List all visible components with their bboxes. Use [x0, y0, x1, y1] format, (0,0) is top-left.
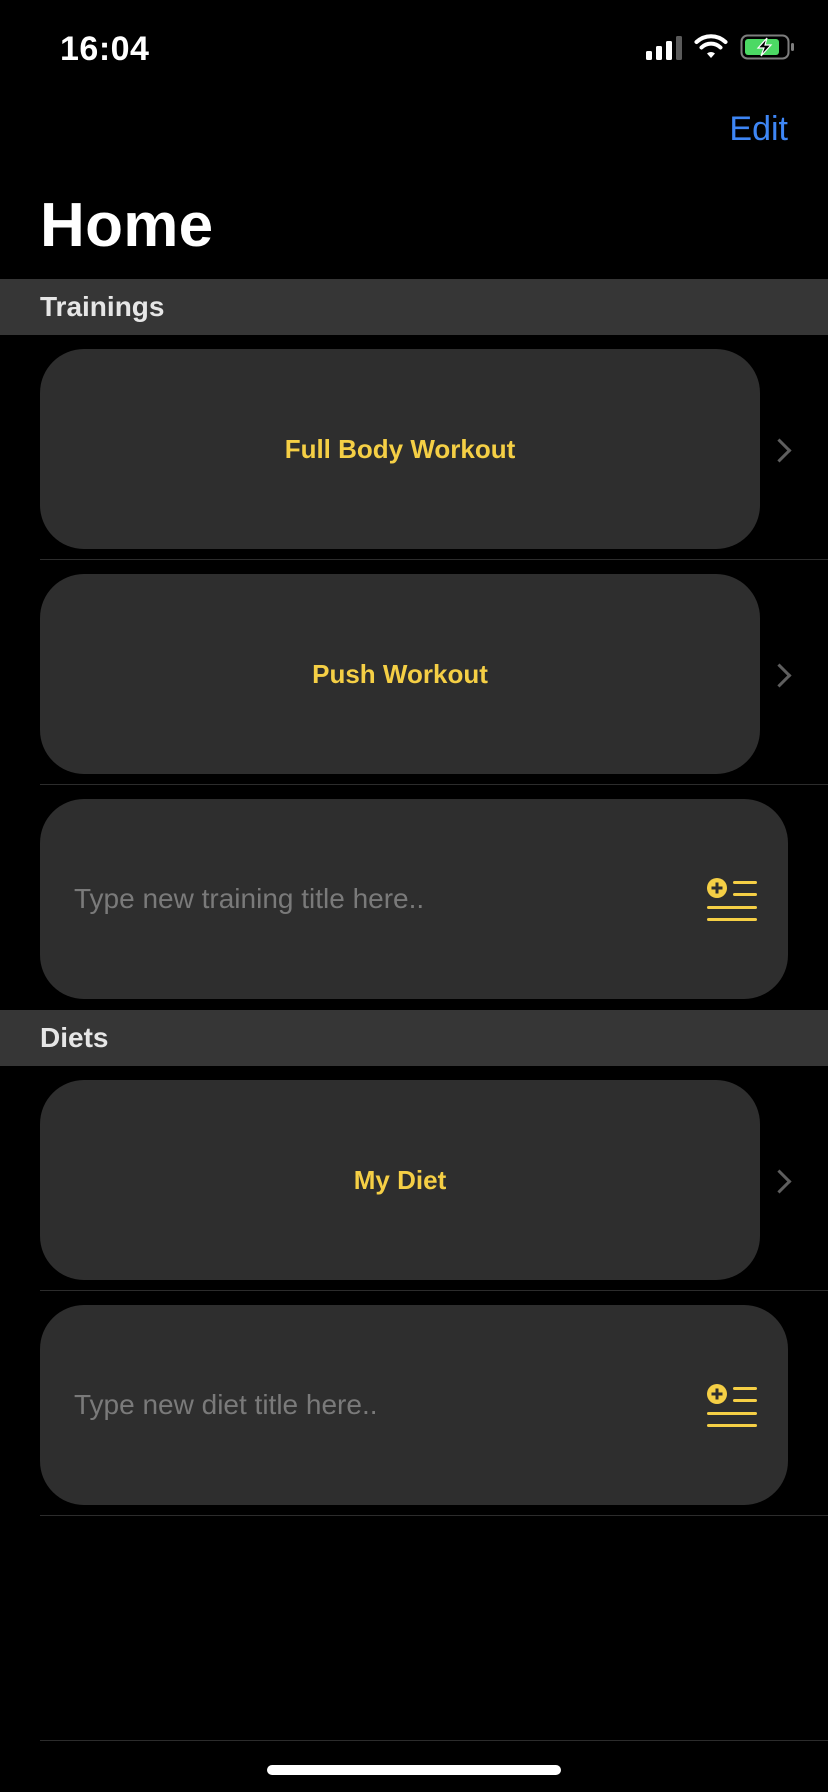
add-list-icon[interactable] [706, 1383, 758, 1429]
training-row-full-body-workout[interactable]: Full Body Workout [0, 349, 828, 560]
new-diet-card [40, 1305, 788, 1505]
new-training-row [0, 799, 828, 999]
row-separator [40, 1290, 828, 1291]
battery-charging-icon [740, 34, 794, 60]
new-diet-row [0, 1305, 828, 1516]
section-header-diets: Diets [0, 1010, 828, 1066]
chevron-right-icon [767, 663, 792, 688]
section-header-label: Diets [40, 1022, 109, 1053]
diet-row-my-diet[interactable]: My Diet [0, 1080, 828, 1291]
section-header-label: Trainings [40, 291, 165, 322]
new-diet-title-input[interactable] [72, 1305, 636, 1505]
chevron-right-icon [767, 1169, 792, 1194]
row-separator [40, 784, 828, 785]
wifi-icon [694, 34, 728, 58]
status-icons [646, 34, 796, 60]
home-indicator[interactable] [267, 1765, 561, 1775]
chevron-right-icon [767, 438, 792, 463]
training-card[interactable]: Full Body Workout [40, 349, 760, 549]
page-title: Home [40, 191, 214, 260]
row-separator [40, 559, 828, 560]
diet-title: My Diet [353, 1164, 447, 1195]
row-separator [40, 1515, 828, 1516]
diet-card[interactable]: My Diet [40, 1080, 760, 1280]
training-card[interactable]: Push Workout [40, 574, 760, 774]
cellular-signal-icon [646, 34, 682, 60]
status-bar: 16:04 [0, 0, 828, 100]
section-header-trainings: Trainings [0, 279, 828, 335]
status-time: 16:04 [60, 30, 150, 68]
bottom-separator [40, 1740, 828, 1741]
training-row-push-workout[interactable]: Push Workout [0, 574, 828, 785]
edit-button[interactable]: Edit [729, 110, 788, 149]
training-title: Full Body Workout [284, 433, 516, 464]
new-training-card [40, 799, 788, 999]
training-title: Push Workout [312, 658, 488, 689]
add-list-icon[interactable] [706, 877, 758, 923]
new-training-title-input[interactable] [72, 799, 636, 999]
